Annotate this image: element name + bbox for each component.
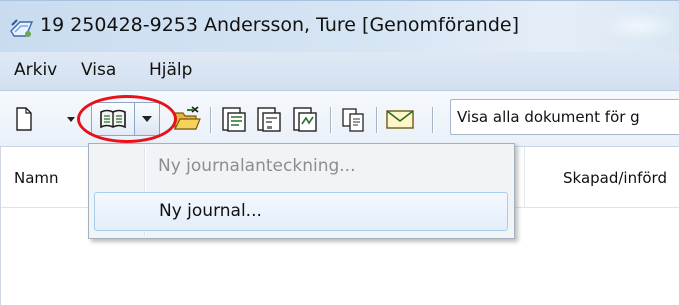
column-header-created[interactable]: Skapad/införd [563, 169, 667, 187]
document-filter-select[interactable]: Visa alla dokument för g [450, 99, 679, 135]
toolbar-separator [376, 107, 377, 133]
open-book-icon [100, 109, 126, 129]
title-bar: 19 250428-9253 Andersson, Ture [Genomför… [0, 0, 679, 53]
document-sign-icon[interactable] [290, 104, 320, 134]
new-document-icon[interactable] [14, 104, 34, 134]
journal-dropdown-menu: Ny journalanteckning... Ny journal... [88, 143, 515, 239]
mail-icon[interactable] [384, 104, 416, 134]
toolbar-separator [330, 107, 331, 133]
menu-item-new-journal-note: Ny journalanteckning... [158, 156, 356, 176]
menu-hjalp[interactable]: Hjälp [149, 60, 192, 80]
new-document-dropdown-arrow-icon[interactable] [66, 104, 76, 134]
journal-button[interactable] [91, 102, 135, 136]
toolbar-separator [432, 107, 433, 133]
toolbar-separator [210, 107, 211, 133]
journal-dropdown-arrow-button[interactable] [134, 102, 160, 136]
menu-arkiv[interactable]: Arkiv [14, 60, 57, 80]
app-icon [10, 19, 34, 37]
list-left-border [0, 147, 1, 305]
window-title: 19 250428-9253 Andersson, Ture [Genomför… [40, 14, 519, 36]
document-list-icon[interactable] [254, 104, 284, 134]
column-divider [524, 147, 525, 207]
open-folder-icon[interactable] [172, 104, 202, 134]
copy-icon[interactable] [339, 104, 369, 134]
document-form-icon[interactable] [219, 104, 249, 134]
menu-visa[interactable]: Visa [81, 60, 116, 80]
menu-bar: Arkiv Visa Hjälp [0, 52, 679, 91]
column-header-namn[interactable]: Namn [14, 169, 59, 187]
menu-item-new-journal[interactable]: Ny journal... [94, 192, 508, 231]
